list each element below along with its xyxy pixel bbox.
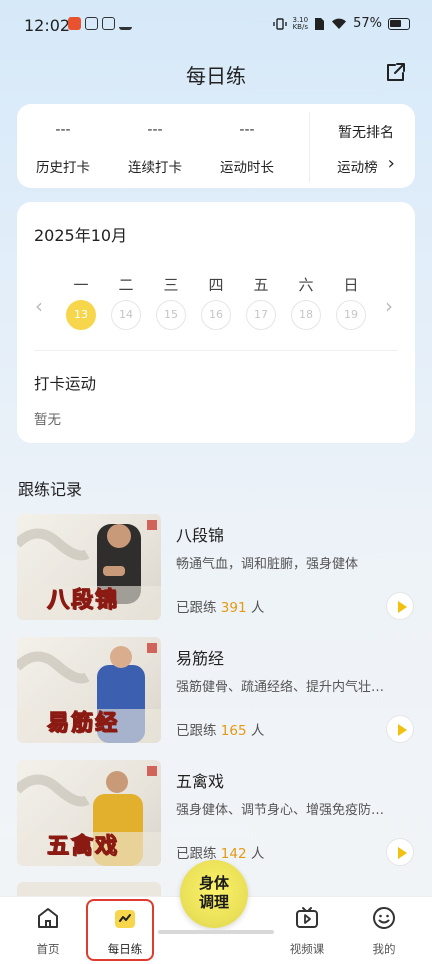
record-count-suffix: 人 [250,600,265,616]
weekday-label: 一 [73,276,89,294]
calendar-day[interactable]: 14 [111,300,141,330]
record-follow-count: 已跟练 165 人 [176,719,264,739]
battery-icon [388,17,410,30]
weekday-label: 六 [298,276,314,294]
calendar-prev-icon[interactable]: ‹ [35,294,43,318]
play-icon[interactable] [386,838,414,866]
calendar-day[interactable]: 17 [246,300,276,330]
stats-divider [309,112,310,182]
stats-card: --- 历史打卡 --- 连续打卡 --- 运动时长 暂无排名 运动榜 › [17,104,415,188]
status-time: 12:02 [24,16,71,35]
vibrate-icon [272,17,287,30]
record-description: 强身健体、调节身心、增强免疫防… [176,803,385,818]
leaf-notification-icon [85,17,98,30]
record-item-wuqinxi[interactable]: 五禽戏 五禽戏 强身健体、调节身心、增强免疫防… 已跟练 142 人 [17,760,417,868]
nav-video[interactable]: 视频课 [272,905,342,957]
video-course-icon [296,907,318,928]
record-thumbnail-caption: 易筋经 [46,711,120,737]
exercise-duration-value: --- [239,122,255,138]
calendar-day[interactable]: 15 [156,300,186,330]
record-item-yijinjing[interactable]: 易筋经 易筋经 强筋健骨、疏通经络、提升内气壮… 已跟练 165 人 [17,637,417,745]
calendar-divider [34,350,398,351]
nav-home-label: 首页 [36,942,60,956]
body-conditioning-button[interactable]: 身体 调理 [180,860,248,928]
calendar-day[interactable]: 18 [291,300,321,330]
record-count-prefix: 已跟练 [176,723,217,739]
play-icon[interactable] [386,592,414,620]
record-description: 强筋健骨、疏通经络、提升内气壮… [176,680,385,695]
page-title: 每日练 [186,64,246,88]
record-count-number: 142 [220,846,247,862]
status-notification-icons [68,17,132,30]
records-section-title: 跟练记录 [18,480,83,499]
status-right: 3.10 KB/s 57% [272,15,410,31]
checkin-exercise-title: 打卡运动 [34,375,97,393]
record-item-baduanjin[interactable]: 八段锦 八段锦 畅通气血，调和脏腑，强身健体 已跟练 391 人 [17,514,417,622]
app-notification-icon [68,17,81,30]
record-thumbnail-partial [17,882,161,896]
record-thumbnail-caption: 五禽戏 [46,834,120,860]
weekday-label: 五 [253,276,269,294]
record-count-number: 391 [220,600,247,616]
history-checkin-value: --- [55,122,71,138]
body-conditioning-line2: 调理 [198,893,229,911]
record-follow-count: 已跟练 391 人 [176,596,264,616]
record-title: 五禽戏 [176,772,225,791]
body-conditioning-label: 身体 调理 [180,874,248,912]
record-description: 畅通气血，调和脏腑，强身健体 [176,557,359,572]
share-icon[interactable] [384,60,408,84]
nav-home[interactable]: 首页 [13,905,83,957]
record-thumbnail: 八段锦 [17,514,161,620]
nav-mine[interactable]: 我的 [349,905,419,957]
home-indicator[interactable] [158,930,274,934]
record-count-suffix: 人 [250,846,265,862]
streak-checkin-value: --- [147,122,163,138]
rank-value: 暂无排名 [338,125,394,141]
streak-checkin-label: 连续打卡 [128,160,182,176]
calendar-day[interactable]: 16 [201,300,231,330]
home-icon [38,908,58,928]
body-conditioning-line1: 身体 [198,874,229,892]
play-icon[interactable] [386,715,414,743]
weekday-label: 二 [118,276,134,294]
nav-daily-highlight [86,899,154,961]
history-checkin-label: 历史打卡 [36,160,90,176]
calendar-next-icon[interactable]: › [385,294,393,318]
calendar-month: 2025年10月 [34,226,128,245]
rank-leaderboard-link[interactable]: 运动榜 › [322,153,410,177]
battery-percent: 57% [353,16,382,31]
rank-label: 运动榜 [337,160,378,176]
record-thumbnail-caption: 八段锦 [46,588,120,614]
wifi-icon [332,18,347,29]
record-count-prefix: 已跟练 [176,600,217,616]
record-follow-count: 已跟练 142 人 [176,842,264,862]
calendar-card: 2025年10月 ‹ › 一 二 三 四 五 六 日 13 14 15 16 1… [17,202,415,443]
record-count-number: 165 [220,723,247,739]
calendar-day[interactable]: 19 [336,300,366,330]
weekday-label: 四 [208,276,224,294]
record-title: 易筋经 [176,649,225,668]
weekday-label: 三 [163,276,179,294]
calendar-notification-icon [102,17,115,30]
checkin-exercise-empty: 暂无 [34,412,61,428]
record-count-suffix: 人 [250,723,265,739]
calendar-day-selected[interactable]: 13 [66,300,96,330]
record-thumbnail: 易筋经 [17,637,161,743]
profile-smile-icon [373,907,395,929]
nav-video-label: 视频课 [289,942,325,956]
record-thumbnail: 五禽戏 [17,760,161,866]
sim-icon [315,17,325,30]
chevron-right-icon: › [387,153,395,174]
weekday-label: 日 [343,276,359,294]
nav-mine-label: 我的 [372,942,396,956]
crown-notification-icon [119,17,132,30]
exercise-duration-label: 运动时长 [220,160,274,176]
status-bar: 12:02 3.10 KB/s 57% [0,0,432,50]
record-title: 八段锦 [176,526,225,545]
network-speed: 3.10 KB/s [292,15,309,31]
